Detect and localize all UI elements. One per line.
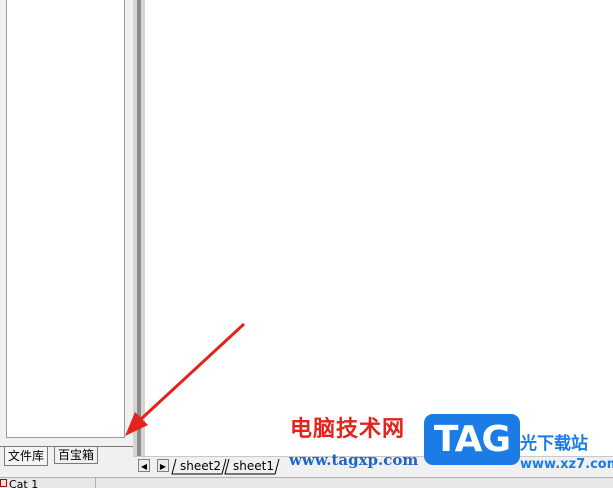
splitter-grip bbox=[137, 0, 141, 477]
logo-site-name: 光下载站 bbox=[520, 434, 588, 454]
sheet-nav-next-button[interactable]: ▶ bbox=[157, 459, 169, 472]
document-canvas[interactable] bbox=[145, 0, 613, 455]
triangle-right-icon: ▶ bbox=[159, 462, 167, 471]
page-icon bbox=[0, 479, 7, 487]
tab-file-library[interactable]: 文件库 bbox=[4, 447, 49, 466]
logo-site-url: www.xz7.com bbox=[520, 457, 613, 472]
left-panel: 文件库 百宝箱 bbox=[0, 0, 133, 477]
sheet-tab-sheet1[interactable]: sheet1 bbox=[230, 459, 277, 474]
sheet-tab-sheet2[interactable]: sheet2 bbox=[177, 459, 224, 474]
watermark-site-url: www.tagxp.com bbox=[289, 451, 419, 469]
status-bar: Cat 1 bbox=[0, 477, 613, 488]
triangle-left-icon: ◀ bbox=[140, 462, 148, 471]
tag-logo-text: TAG bbox=[433, 419, 511, 460]
tab-toolbox[interactable]: 百宝箱 bbox=[54, 447, 99, 464]
file-library-list[interactable] bbox=[6, 0, 125, 438]
watermark-site-name: 电脑技术网 bbox=[290, 417, 406, 442]
sheet-nav-prev-button[interactable]: ◀ bbox=[138, 459, 150, 472]
